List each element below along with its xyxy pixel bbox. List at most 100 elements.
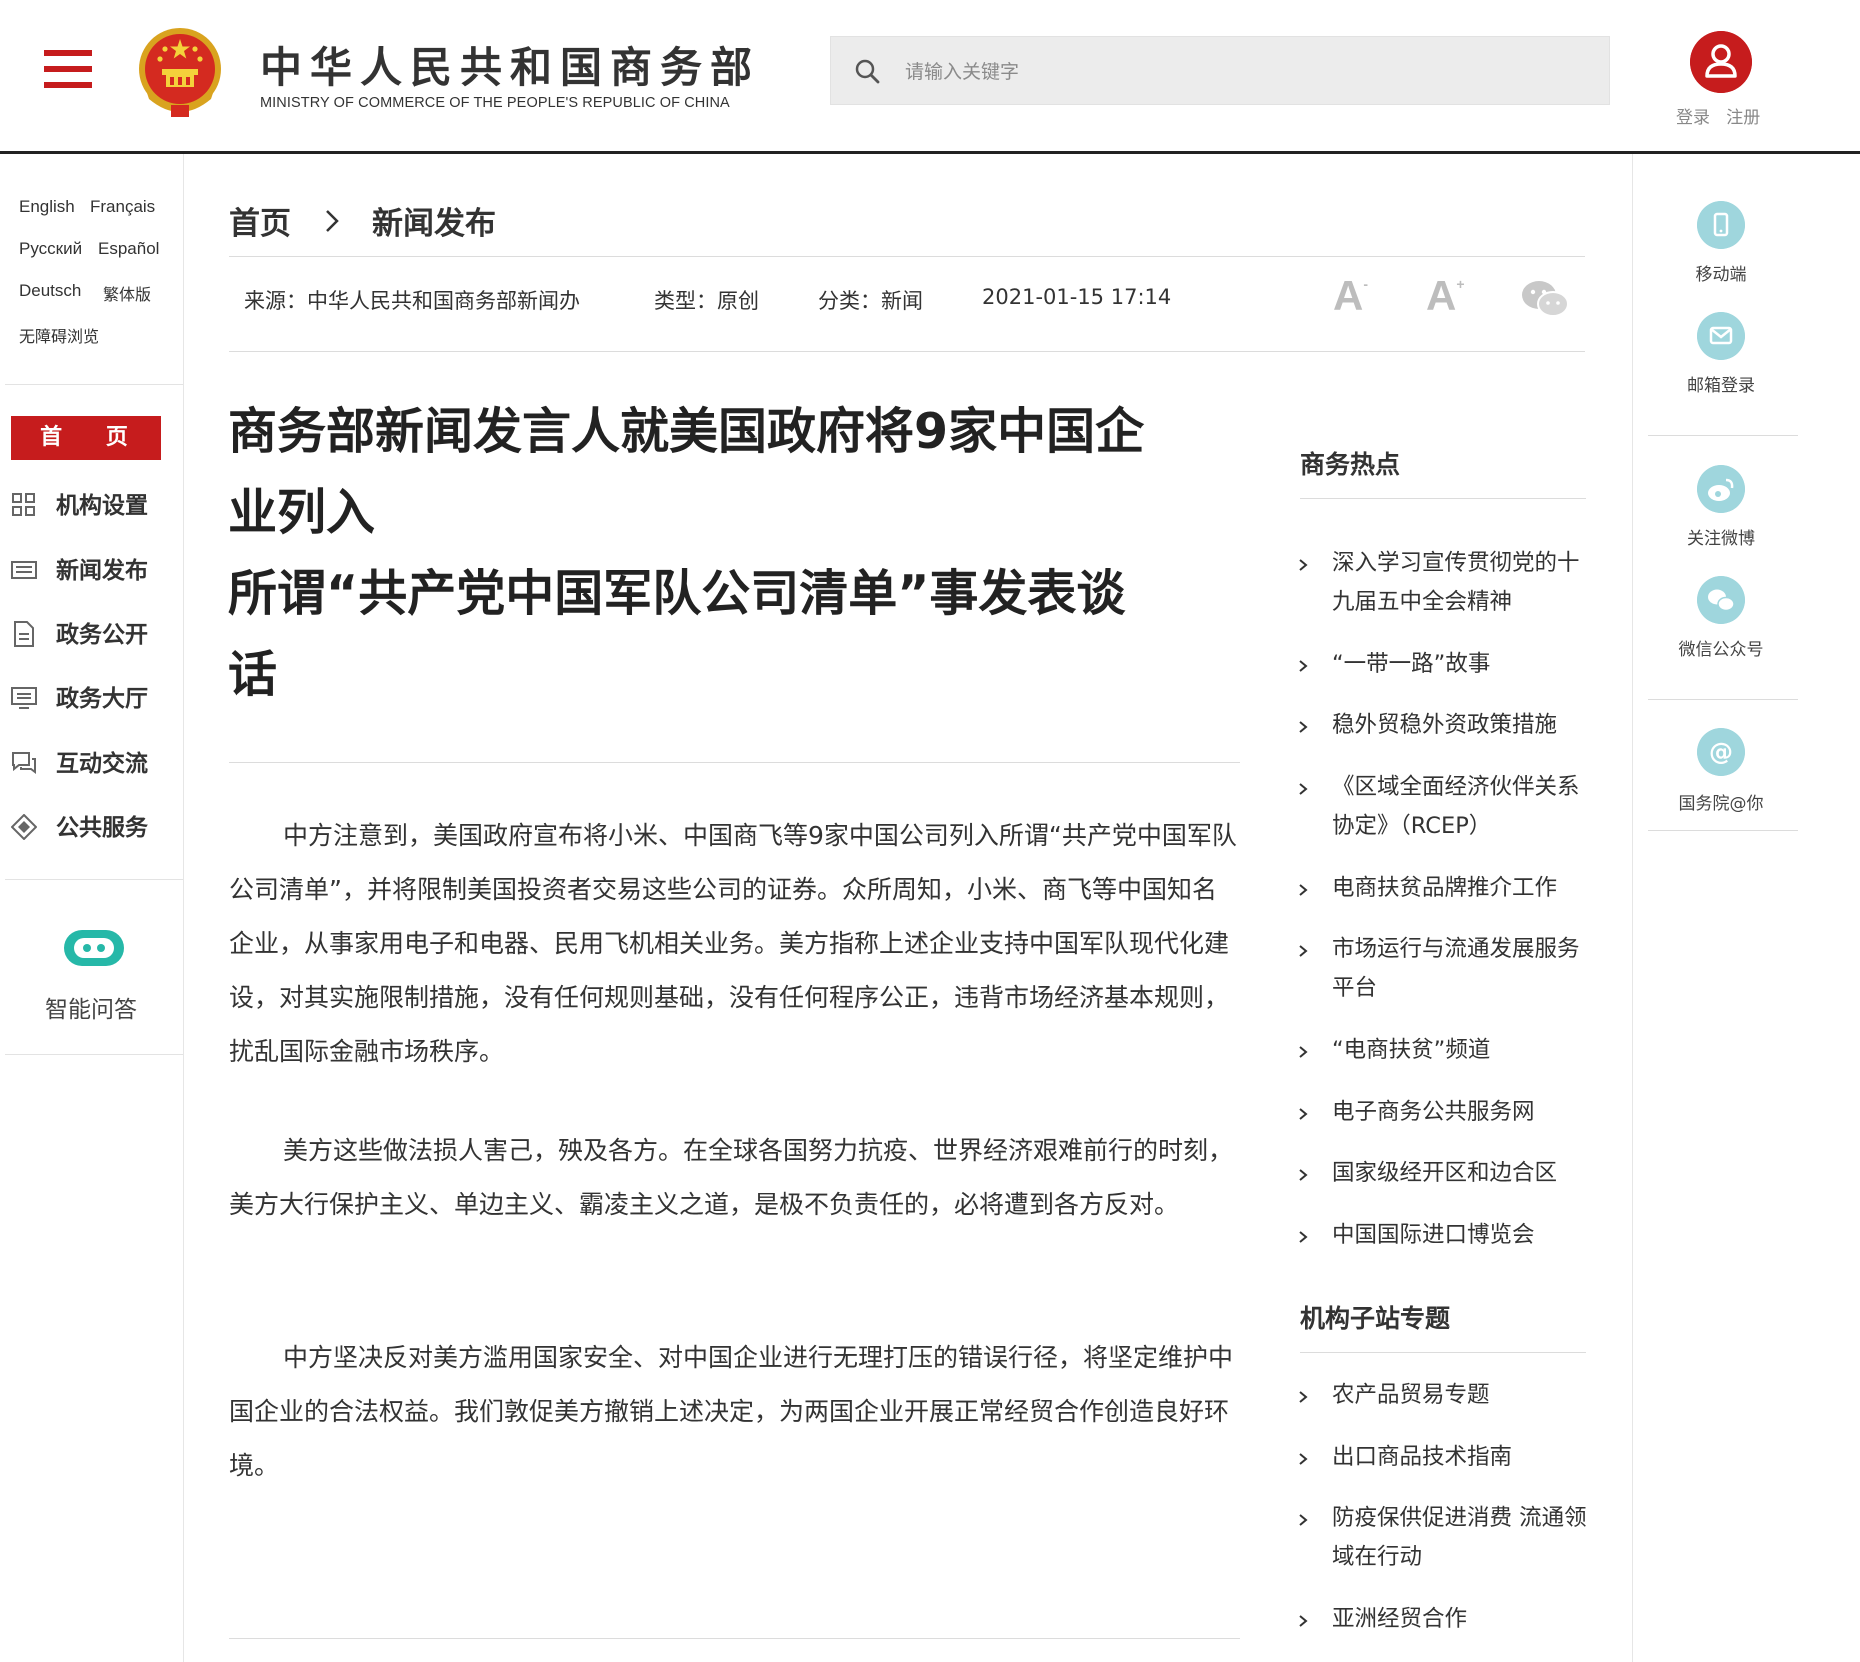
font-decrease-button[interactable]: A- [1333,272,1368,320]
search-input[interactable] [903,49,1587,95]
svg-text:@: @ [1709,738,1733,766]
divider [1300,1352,1586,1353]
user-avatar-icon[interactable] [1690,31,1752,93]
accessibility-link[interactable]: 无障碍浏览 [19,323,99,347]
search-box [830,36,1610,105]
wechat-account-link[interactable]: 微信公众号 [1640,635,1802,660]
lang-traditional[interactable]: 繁体版 [103,281,151,305]
nav-home-button[interactable]: 首 页 [11,416,161,460]
lang-russian[interactable]: Русский [19,239,82,259]
subsite-item-text: 防疫保供促进消费 流通领域在行动 [1332,1505,1587,1570]
login-link[interactable]: 登录 [1676,108,1710,128]
ai-assistant-label[interactable]: 智能问答 [45,990,137,1024]
article-title-line: 话 [228,646,278,703]
hot-section-title: 商务热点 [1300,450,1401,479]
subsite-item-text: 农产品贸易专题 [1332,1382,1490,1408]
chevron-right-icon [1299,1169,1308,1181]
nav-item-gov-affairs[interactable]: 政务公开 [11,613,176,653]
font-increase-button[interactable]: A+ [1426,272,1465,320]
weibo-icon[interactable] [1697,465,1745,513]
chevron-right-icon [1299,1108,1308,1120]
font-increase-label: A [1426,272,1457,319]
divider [229,256,1585,257]
article-paragraph: 中方注意到，美国政府宣布将小米、中国商飞等9家中国公司列入所谓“共产党中国军队公… [229,821,1237,1066]
at-sign-icon[interactable]: @ [1697,728,1745,776]
nav-item-label: 互动交流 [56,751,148,777]
nav-item-label: 新闻发布 [56,558,148,584]
divider [5,1054,183,1055]
article-title: 商务部新闻发言人就美国政府将9家中国企 业列入 所谓“共产党中国军队公司清单”事… [228,391,1238,715]
chevron-right-icon [1299,1453,1308,1465]
divider [1648,830,1798,831]
hot-item-text: “一带一路”故事 [1332,651,1491,677]
chevron-right-icon [1299,884,1308,896]
hot-item-text: 中国国际进口博览会 [1332,1222,1535,1248]
breadcrumb-home[interactable]: 首页 [229,198,291,243]
article-paragraph: 美方这些做法损人害己，殃及各方。在全球各国努力抗疫、世界经济艰难前行的时刻，美方… [229,1136,1234,1219]
mobile-link[interactable]: 移动端 [1640,260,1802,285]
nav-item-service-hall[interactable]: 政务大厅 [11,677,176,717]
robot-assistant-icon[interactable] [60,924,128,972]
chat-bubbles-icon [12,752,36,774]
article-title-line: 商务部新闻发言人就美国政府将9家中国企 [228,403,1145,460]
hot-item-text: “电商扶贫”频道 [1332,1037,1491,1063]
divider [1648,435,1798,436]
article-source: 来源：中华人民共和国商务部新闻办 [244,289,580,313]
left-sidebar [0,154,184,1662]
mail-login-link[interactable]: 邮箱登录 [1640,371,1802,396]
weibo-link[interactable]: 关注微博 [1640,524,1802,549]
wechat-icon[interactable] [1697,576,1745,624]
chevron-right-icon [1299,1046,1308,1058]
chevron-right-icon [1299,783,1308,795]
monitor-icon [11,687,37,709]
chevron-right-icon [1299,721,1308,733]
lang-english[interactable]: English [19,197,75,217]
subsite-item-text: 出口商品技术指南 [1332,1444,1513,1470]
nav-item-label: 机构设置 [56,493,148,519]
divider [1300,498,1586,499]
chevron-right-icon [1299,1514,1308,1526]
chevron-right-icon [1299,1391,1308,1403]
hot-item-text: 深入学习宣传贯彻党的十九届五中全会精神 [1332,550,1580,615]
user-links: 登录 注册 [1676,103,1760,128]
lang-german[interactable]: Deutsch [19,281,81,301]
mobile-icon[interactable] [1697,201,1745,249]
lang-french[interactable]: Français [90,197,155,217]
chevron-right-icon [1299,1615,1308,1627]
nav-item-news[interactable]: 新闻发布 [11,549,176,589]
mail-icon[interactable] [1697,312,1745,360]
subsite-section-title: 机构子站专题 [1300,1304,1451,1333]
article-type: 类型：原创 [654,289,759,313]
site-title: 中华人民共和国商务部 [260,43,761,92]
newspaper-icon [11,561,37,579]
state-council-link[interactable]: 国务院@你 [1640,789,1802,814]
search-icon[interactable] [853,57,881,85]
nav-item-public-services[interactable]: 公共服务 [11,806,176,846]
hot-item-text: 国家级经开区和边合区 [1332,1160,1558,1186]
subsite-item-text: 亚洲经贸合作 [1332,1606,1468,1632]
chevron-right-icon [1299,559,1308,571]
nav-item-organization[interactable]: 机构设置 [11,484,176,524]
lang-spanish[interactable]: Español [98,239,159,259]
hot-item-text: 市场运行与流通发展服务平台 [1332,936,1580,1001]
org-chart-icon [12,493,35,516]
article-title-line: 所谓“共产党中国军队公司清单”事发表谈 [228,565,1126,622]
chevron-right-icon [1299,660,1308,672]
breadcrumb-current[interactable]: 新闻发布 [372,198,496,243]
register-link[interactable]: 注册 [1726,108,1760,128]
font-decrease-label: A [1333,272,1364,319]
national-emblem-icon [139,28,221,117]
hot-item-text: 电商扶贫品牌推介工作 [1332,875,1558,901]
site-subtitle: MINISTRY OF COMMERCE OF THE PEOPLE'S REP… [260,95,730,111]
article-category: 分类：新闻 [818,289,923,313]
hot-item-text: 《区域全面经济伙伴关系协定》（RCEP） [1332,774,1580,839]
article-datetime: 2021-01-15 17:14 [982,285,1172,309]
nav-item-interaction[interactable]: 互动交流 [11,742,176,782]
site-header: 中华人民共和国商务部 MINISTRY OF COMMERCE OF THE P… [0,0,1860,154]
article-title-line: 业列入 [228,484,376,541]
menu-icon[interactable] [44,50,92,88]
divider [229,351,1585,352]
nav-item-label: 政务公开 [56,622,148,648]
wechat-share-icon[interactable] [1520,279,1570,319]
chevron-right-icon [1299,945,1308,957]
